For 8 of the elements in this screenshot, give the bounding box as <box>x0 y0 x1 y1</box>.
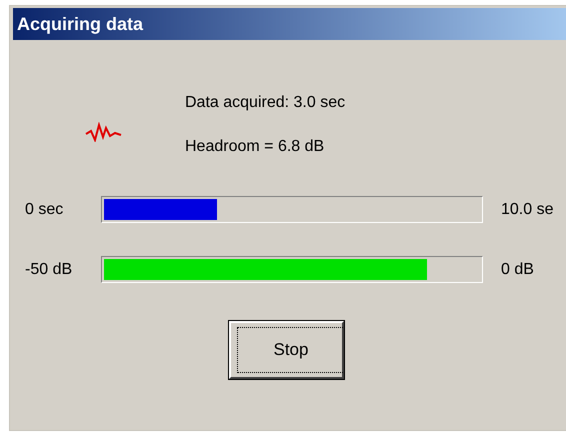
min-label: -50 dB <box>24 260 74 278</box>
stop-button[interactable]: Stop <box>228 321 344 379</box>
status-text: Data acquired: 3.0 sec <box>185 94 346 112</box>
max-label: 10.0 se <box>500 200 554 218</box>
max-label: 0 dB <box>500 260 535 278</box>
window-title: Acquiring data <box>13 8 566 40</box>
status-text: Headroom = 6.8 dB <box>185 138 326 156</box>
min-label: 0 sec <box>24 200 64 218</box>
